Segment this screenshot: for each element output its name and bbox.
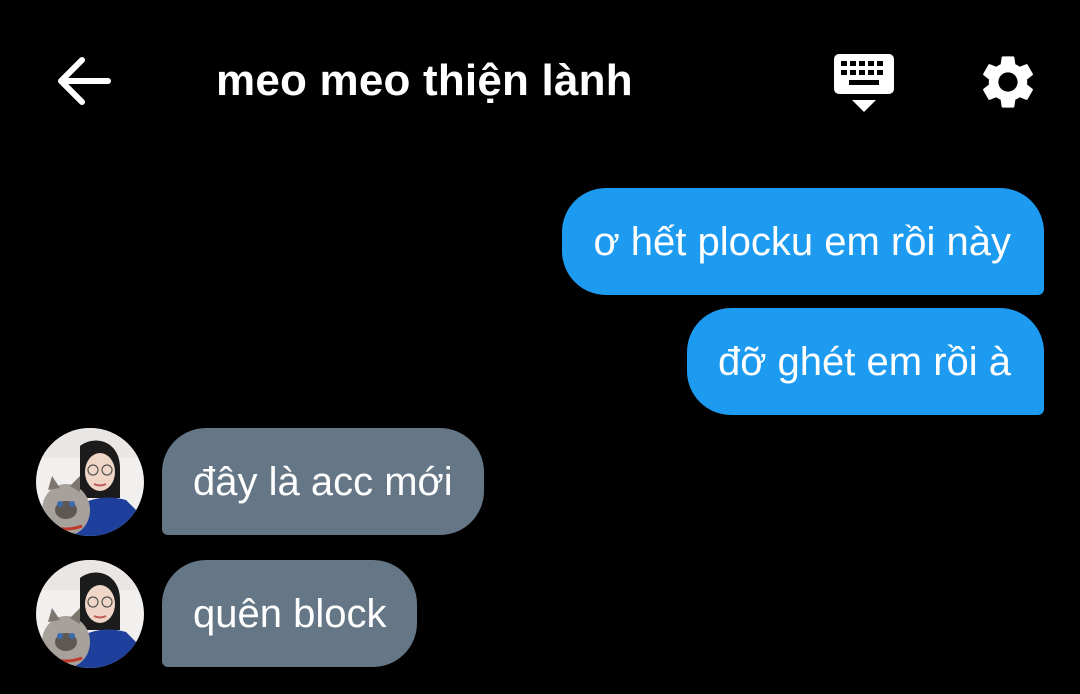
sent-message-bubble[interactable]: ơ hết plocku em rồi này: [562, 188, 1044, 295]
received-message-bubble[interactable]: đây là acc mới: [162, 428, 484, 535]
keyboard-button[interactable]: [832, 50, 898, 116]
conversation-header: meo meo thiện lành: [0, 0, 1080, 160]
back-button[interactable]: [50, 52, 116, 110]
gear-icon: [983, 56, 1033, 108]
sent-message-bubble[interactable]: đỡ ghét em rồi à: [686, 308, 1044, 415]
message-text: đây là acc mới: [193, 460, 453, 504]
avatar-image: [36, 428, 144, 536]
avatar-image: [36, 560, 144, 668]
message-text: ơ hết plocku em rồi này: [593, 220, 1011, 264]
user-avatar[interactable]: [36, 428, 144, 536]
message-text: đỡ ghét em rồi à: [717, 340, 1011, 384]
message-text: quên block: [193, 592, 387, 636]
user-avatar[interactable]: [36, 560, 144, 668]
keyboard-hide-icon: [834, 54, 894, 112]
arrow-left-icon: [58, 57, 111, 105]
dm-conversation-screen: meo meo thiện lành ơ hết plocku em rồi n…: [0, 0, 1080, 694]
conversation-title: meo meo thiện lành: [216, 56, 633, 105]
settings-button[interactable]: [976, 50, 1040, 114]
received-message-bubble[interactable]: quên block: [162, 560, 418, 667]
